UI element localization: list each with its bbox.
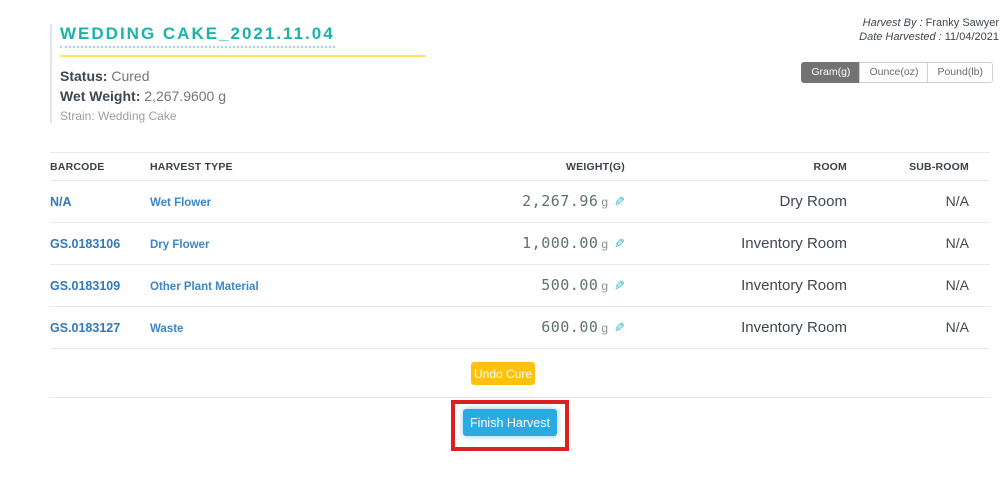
- barcode-link[interactable]: GS.0183109: [50, 279, 120, 293]
- harvest-type-link[interactable]: Other Plant Material: [150, 281, 259, 293]
- barcode-link[interactable]: GS.0183106: [50, 237, 120, 251]
- edit-weight-icon[interactable]: ✎: [614, 237, 625, 252]
- harvest-title[interactable]: WEDDING CAKE_2021.11.04: [60, 24, 335, 48]
- finish-harvest-button[interactable]: Finish Harvest: [463, 409, 557, 436]
- harvest-by-value: Franky Sawyer: [925, 17, 999, 29]
- bottom-divider: [50, 397, 990, 398]
- table-row: GS.0183106 Dry Flower 1,000.00 g ✎ Invento…: [50, 222, 990, 265]
- wet-weight-value: 2,267.9600 g: [144, 88, 227, 104]
- table-row: N/A Wet Flower 2,267.96 g ✎ Dry Room N/A: [50, 180, 990, 223]
- column-header-harvest-type: HARVEST TYPE: [150, 152, 455, 181]
- harvest-table: BARCODE HARVEST TYPE WEIGHT(G) ROOM SUB-…: [50, 152, 990, 349]
- weight-value: 1,000.00: [522, 234, 599, 252]
- yellow-divider: [60, 55, 426, 57]
- date-harvested-line: Date Harvested : 11/04/2021: [859, 30, 999, 44]
- barcode-link[interactable]: N/A: [50, 195, 72, 209]
- sub-room-value: N/A: [945, 276, 969, 293]
- column-header-room: ROOM: [625, 152, 847, 181]
- harvest-type-link[interactable]: Wet Flower: [150, 197, 211, 209]
- strain-line: Strain: Wedding Cake: [60, 109, 177, 123]
- room-value: Inventory Room: [741, 276, 847, 294]
- weight-value: 500.00: [541, 276, 599, 294]
- weight-unit: g: [601, 321, 609, 335]
- harvest-type-link[interactable]: Waste: [150, 323, 183, 335]
- column-header-sub-room: SUB-ROOM: [847, 152, 990, 181]
- harvest-type-link[interactable]: Dry Flower: [150, 239, 209, 251]
- harvest-detail-page: WEDDING CAKE_2021.11.04 Status: Cured We…: [0, 0, 1005, 503]
- status-label: Status:: [60, 68, 108, 84]
- column-header-weight: WEIGHT(G): [455, 152, 625, 181]
- column-header-barcode: BARCODE: [50, 152, 150, 181]
- wet-weight-label: Wet Weight:: [60, 88, 141, 104]
- room-value: Inventory Room: [741, 234, 847, 252]
- unit-toggle-group: Gram(g) Ounce(oz) Pound(lb): [801, 62, 993, 83]
- table-header-row: BARCODE HARVEST TYPE WEIGHT(G) ROOM SUB-…: [50, 152, 990, 181]
- date-harvested-value: 11/04/2021: [944, 31, 999, 43]
- edit-weight-icon[interactable]: ✎: [614, 321, 625, 336]
- wet-weight-line: Wet Weight: 2,267.9600 g: [60, 86, 440, 106]
- weight-unit: g: [601, 237, 609, 251]
- edit-weight-icon[interactable]: ✎: [614, 279, 625, 294]
- sub-room-value: N/A: [945, 192, 969, 209]
- edit-weight-icon[interactable]: ✎: [614, 195, 625, 210]
- date-harvested-label: Date Harvested :: [859, 31, 942, 43]
- harvest-info: Harvest By : Franky Sawyer Date Harveste…: [859, 16, 999, 44]
- weight-value: 600.00: [541, 318, 599, 336]
- undo-cure-button[interactable]: Undo Cure: [471, 362, 535, 385]
- harvest-header: WEDDING CAKE_2021.11.04 Status: Cured We…: [50, 24, 440, 123]
- unit-pound-button[interactable]: Pound(lb): [927, 62, 993, 83]
- table-row: GS.0183109 Other Plant Material 500.00 g ✎…: [50, 264, 990, 307]
- unit-ounce-button[interactable]: Ounce(oz): [859, 62, 929, 83]
- weight-value: 2,267.96: [522, 192, 599, 210]
- room-value: Dry Room: [779, 192, 847, 210]
- status-line: Status: Cured: [60, 66, 440, 86]
- harvest-by-label: Harvest By :: [862, 17, 923, 29]
- weight-unit: g: [601, 195, 609, 209]
- barcode-link[interactable]: GS.0183127: [50, 321, 120, 335]
- harvest-by-line: Harvest By : Franky Sawyer: [859, 16, 999, 30]
- weight-unit: g: [601, 279, 609, 293]
- unit-gram-button[interactable]: Gram(g): [801, 62, 861, 83]
- sub-room-value: N/A: [945, 318, 969, 335]
- room-value: Inventory Room: [741, 318, 847, 336]
- sub-room-value: N/A: [945, 234, 969, 251]
- status-value: Cured: [111, 68, 150, 84]
- table-row: GS.0183127 Waste 600.00 g ✎ Inventory Room…: [50, 306, 990, 349]
